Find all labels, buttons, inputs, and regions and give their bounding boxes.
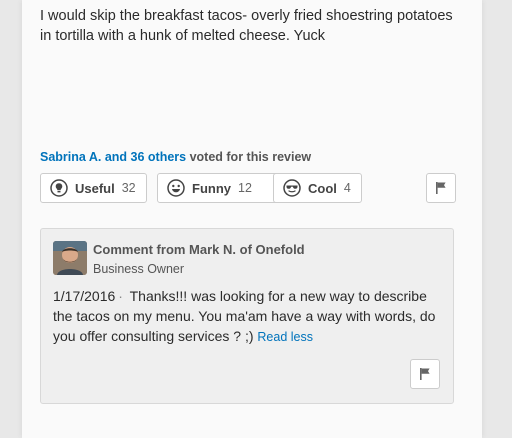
comment-role: Business Owner bbox=[93, 262, 185, 276]
comment-body: 1/17/2016 · Thanks!!! was looking for a n… bbox=[53, 286, 449, 347]
flag-icon bbox=[436, 182, 446, 194]
useful-button[interactable]: Useful 32 bbox=[40, 173, 147, 203]
useful-count: 32 bbox=[121, 181, 136, 195]
avatar[interactable] bbox=[53, 241, 87, 275]
owner-photo bbox=[53, 241, 87, 275]
owner-comment: Comment from Mark N. of Onefold Business… bbox=[40, 228, 454, 404]
date-separator: · bbox=[118, 288, 123, 304]
vote-summary: Sabrina A. and 36 others voted for this … bbox=[40, 150, 311, 164]
useful-label: Useful bbox=[75, 180, 115, 196]
comment-date: 1/17/2016 bbox=[53, 288, 116, 304]
comment-title: Comment from Mark N. of Onefold bbox=[93, 242, 305, 257]
smiley-icon bbox=[167, 179, 185, 197]
funny-button[interactable]: Funny 12 bbox=[157, 173, 285, 203]
cool-count: 4 bbox=[343, 181, 351, 195]
voters-link[interactable]: Sabrina A. and 36 others bbox=[40, 150, 186, 164]
lightbulb-icon bbox=[50, 179, 68, 197]
review-text: I would skip the breakfast tacos- overly… bbox=[40, 8, 453, 44]
cool-label: Cool bbox=[308, 180, 337, 196]
flag-icon bbox=[420, 368, 430, 380]
read-less-link[interactable]: Read less bbox=[257, 330, 313, 344]
flag-comment-button[interactable] bbox=[410, 359, 440, 389]
funny-label: Funny bbox=[192, 180, 231, 196]
flag-review-button[interactable] bbox=[426, 173, 456, 203]
funny-count: 12 bbox=[238, 181, 252, 195]
vote-summary-suffix: voted for this review bbox=[186, 150, 312, 164]
sunglasses-icon bbox=[283, 179, 301, 197]
cool-button[interactable]: Cool 4 bbox=[273, 173, 362, 203]
review-card: I would skip the breakfast tacos- overly… bbox=[22, 0, 482, 438]
